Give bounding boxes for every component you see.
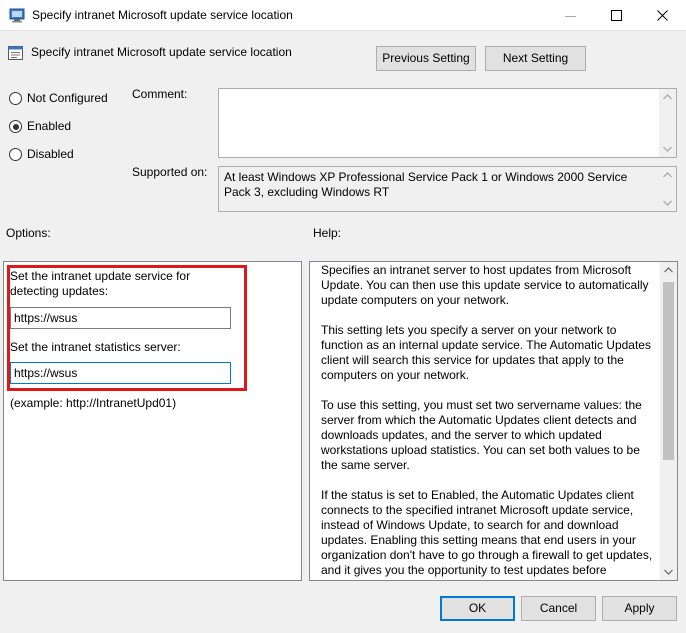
supported-scrollbar[interactable] — [659, 167, 676, 211]
minimize-button[interactable] — [548, 0, 594, 31]
radio-selected-dot — [12, 123, 19, 130]
options-label: Options: — [6, 226, 51, 240]
cancel-button[interactable]: Cancel — [521, 596, 596, 621]
maximize-button[interactable] — [594, 0, 640, 31]
help-scrollbar[interactable] — [660, 262, 677, 580]
supported-on-value: At least Windows XP Professional Service… — [224, 170, 628, 199]
next-setting-button[interactable]: Next Setting — [485, 46, 586, 71]
scroll-up-icon — [664, 267, 673, 273]
window-title: Specify intranet Microsoft update servic… — [32, 8, 293, 22]
help-panel: Specifies an intranet server to host upd… — [309, 261, 678, 581]
example-text: (example: http://IntranetUpd01) — [10, 396, 177, 410]
maximize-icon — [611, 10, 622, 21]
detect-server-input[interactable]: https://wsus — [10, 307, 231, 329]
help-paragraph: If the status is set to Enabled, the Aut… — [321, 488, 653, 580]
detect-server-label: Set the intranet update service for dete… — [10, 269, 191, 298]
help-text: Specifies an intranet server to host upd… — [321, 263, 659, 580]
radio-circle[interactable] — [9, 120, 22, 133]
comment-textarea[interactable] — [218, 88, 677, 158]
options-panel: Set the intranet update service for dete… — [3, 261, 302, 581]
help-scroll-thumb[interactable] — [663, 282, 674, 460]
close-icon — [657, 10, 668, 21]
minimize-icon — [565, 16, 576, 17]
scroll-up-icon — [663, 94, 672, 100]
help-paragraph: Specifies an intranet server to host upd… — [321, 263, 649, 307]
supported-on-label: Supported on: — [132, 165, 208, 179]
setting-title: Specify intranet Microsoft update servic… — [31, 45, 292, 59]
radio-label: Disabled — [27, 147, 74, 161]
help-paragraph: This setting lets you specify a server o… — [321, 323, 651, 382]
radio-circle[interactable] — [9, 148, 22, 161]
help-label: Help: — [313, 226, 342, 240]
previous-setting-button[interactable]: Previous Setting — [376, 46, 476, 71]
help-paragraph: To use this setting, you must set two se… — [321, 398, 642, 472]
comment-scrollbar[interactable] — [659, 89, 676, 157]
scroll-down-icon — [663, 146, 672, 152]
statistics-server-label: Set the intranet statistics server: — [10, 340, 181, 354]
ok-button[interactable]: OK — [440, 596, 515, 621]
apply-button[interactable]: Apply — [602, 596, 677, 621]
radio-label: Enabled — [27, 119, 72, 133]
scroll-up-icon — [663, 172, 672, 178]
statistics-server-input[interactable]: https://wsus — [10, 362, 231, 384]
policy-app-icon — [9, 7, 26, 23]
radio-label: Not Configured — [27, 91, 108, 105]
policy-setting-icon — [7, 45, 25, 62]
scroll-down-icon — [663, 200, 672, 206]
comment-label: Comment: — [132, 87, 188, 101]
title-bar: Specify intranet Microsoft update servic… — [0, 0, 686, 31]
close-button[interactable] — [640, 0, 686, 31]
supported-on-box: At least Windows XP Professional Service… — [218, 166, 677, 212]
radio-circle[interactable] — [9, 92, 22, 105]
scroll-down-icon — [664, 569, 673, 575]
